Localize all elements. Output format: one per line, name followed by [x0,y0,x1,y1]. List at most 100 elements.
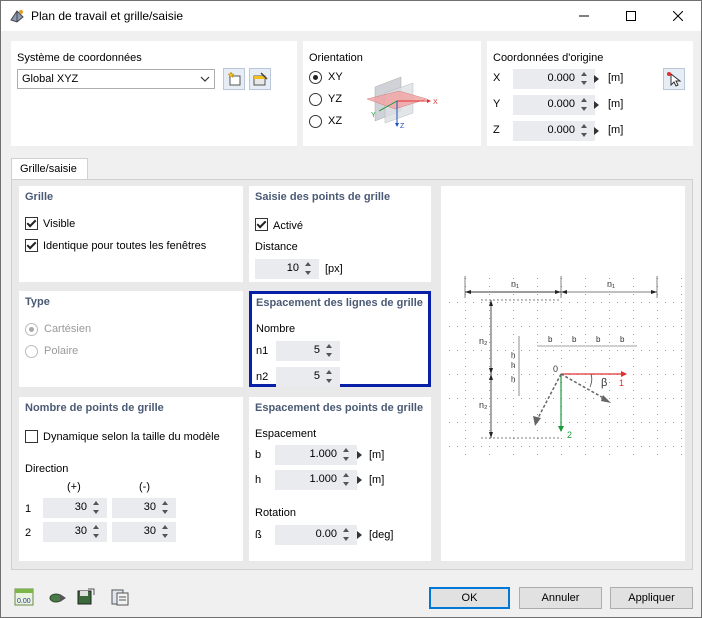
coord-system-value: Global XYZ [22,73,79,85]
grid-points-row2-minus-spinner[interactable] [162,523,170,541]
coord-system-label: Système de coordonnées [17,52,142,64]
grid-points-col-plus: (+) [67,481,81,493]
line-spacing-n2-label: n2 [256,371,269,383]
origin-z-unit: [m] [608,124,624,136]
point-spacing-h-input[interactable]: 1.000 [275,470,357,490]
point-spacing-beta-input[interactable]: 0.00 [275,525,357,545]
point-spacing-beta-pick-icon[interactable] [357,531,362,539]
chevron-down-icon [200,76,210,82]
origin-x-input[interactable]: 0.000 [513,69,595,89]
orientation-xz-radio[interactable] [309,115,322,128]
line-spacing-n2-value: 5 [313,370,320,382]
tab-grid-snap[interactable]: Grille/saisie [11,158,88,180]
snap-section-title: Saisie des points de grille [255,191,391,203]
point-spacing-h-pick-icon[interactable] [357,476,362,484]
tab-grid-snap-label: Grille/saisie [20,163,77,175]
point-spacing-beta-spinner[interactable] [343,526,351,544]
origin-z-input[interactable]: 0.000 [513,121,595,141]
grid-points-row1-minus-input[interactable]: 30 [112,498,176,518]
axis-2-label: 2 [567,430,572,440]
window-title: Plan de travail et grille/saisie [31,9,184,23]
save-button[interactable] [75,586,97,608]
line-spacing-n2-input[interactable]: 5 [276,367,340,387]
orientation-yz-radio[interactable] [309,93,322,106]
point-spacing-beta-unit: [deg] [369,529,394,541]
point-spacing-h-spinner[interactable] [343,471,351,489]
origin-z-pick-icon[interactable] [594,127,599,135]
pick-origin-button[interactable] [663,68,685,90]
grid-visible-checkbox[interactable] [25,217,38,230]
maximize-button[interactable] [608,1,654,31]
point-spacing-b-spinner[interactable] [343,446,351,464]
orientation-xz-label: XZ [328,115,343,127]
title-bar: Plan de travail et grille/saisie [1,1,701,31]
apply-button-label: Appliquer [628,592,675,604]
new-coordinate-system-button[interactable] [223,68,245,90]
line-spacing-n2-spinner[interactable] [326,368,334,386]
origin-y-pick-icon[interactable] [594,101,599,109]
orientation-xy-radio[interactable] [309,71,322,84]
clipboard-icon [111,589,129,606]
grid-identical-label: Identique pour toutes les fenêtres [43,240,207,252]
coord-system-select[interactable]: Global XYZ [17,69,215,89]
grid-points-panel: Nombre de points de grille Dynamique sel… [19,397,243,561]
origin-panel: Coordonnées d'origine X 0.000 [m] Y 0.00… [487,41,693,146]
minimize-button[interactable] [561,1,607,31]
display-button[interactable] [47,586,69,608]
point-spacing-b-pick-icon[interactable] [357,451,362,459]
close-button[interactable] [655,1,701,31]
snap-active-checkbox[interactable] [255,218,268,231]
grid-points-row2-plus-input[interactable]: 30 [43,522,107,542]
grid-points-row1-plus-spinner[interactable] [93,499,101,517]
clipboard-button[interactable] [109,586,131,608]
grid-points-dynamic-checkbox[interactable] [25,430,38,443]
grid-points-col-minus: (-) [139,481,150,493]
grid-points-row2-minus-input[interactable]: 30 [112,522,176,542]
origin-z-label: Z [493,124,500,136]
point-spacing-beta-label: ß [255,529,262,541]
ok-button-label: OK [461,592,478,604]
origin-x-value: 0.000 [547,72,575,84]
snap-panel: Saisie des points de grille Activé Dista… [249,186,431,282]
origin-y-value: 0.000 [547,98,575,110]
line-spacing-n1-input[interactable]: 5 [276,341,340,361]
snap-distance-spinner[interactable] [305,260,313,278]
maximize-icon [626,11,636,21]
grid-panel: Grille Visible Identique pour toutes les… [19,186,243,282]
grid-points-row1-minus-value: 30 [143,501,156,513]
dim-b-4: b [620,335,625,344]
origin-y-spinner[interactable] [581,96,589,114]
origin-x-spinner[interactable] [581,70,589,88]
cancel-button[interactable]: Annuler [519,587,602,609]
snap-active-label: Activé [273,220,303,232]
beta-label: β [601,377,607,389]
edit-coordinate-system-button[interactable] [249,68,271,90]
orientation-panel: Orientation XY YZ XZ X Y Z [303,41,481,146]
ok-button[interactable]: OK [429,587,510,609]
dialog-window: Plan de travail et grille/saisie Système… [0,0,702,618]
axis-x-label: X [433,99,438,106]
line-spacing-section-title: Espacement des lignes de grille [256,297,423,309]
origin-z-spinner[interactable] [581,122,589,140]
grid-identical-checkbox[interactable] [25,239,38,252]
line-spacing-count-label: Nombre [256,323,296,335]
point-spacing-b-input[interactable]: 1.000 [275,445,357,465]
orientation-yz-label: YZ [328,93,343,105]
snap-distance-input[interactable]: 10 [255,259,319,279]
units-button[interactable]: 0.00 [13,586,35,608]
grid-points-row2-plus-spinner[interactable] [93,523,101,541]
grid-points-row1-plus-value: 30 [74,501,87,513]
axis-z-label: Z [400,123,405,129]
units-icon-text: 0.00 [17,598,31,605]
type-cartesian-radio[interactable] [25,323,38,336]
origin-y-input[interactable]: 0.000 [513,95,595,115]
grid-points-row1-minus-spinner[interactable] [162,499,170,517]
edit-coordinate-system-icon [253,72,268,86]
line-spacing-n1-spinner[interactable] [326,342,334,360]
grid-points-dynamic-label: Dynamique selon la taille du modèle [43,431,220,443]
origin-x-pick-icon[interactable] [594,75,599,83]
grid-dots [449,278,682,455]
apply-button[interactable]: Appliquer [610,587,693,609]
grid-points-row1-plus-input[interactable]: 30 [43,498,107,518]
type-polar-radio[interactable] [25,345,38,358]
